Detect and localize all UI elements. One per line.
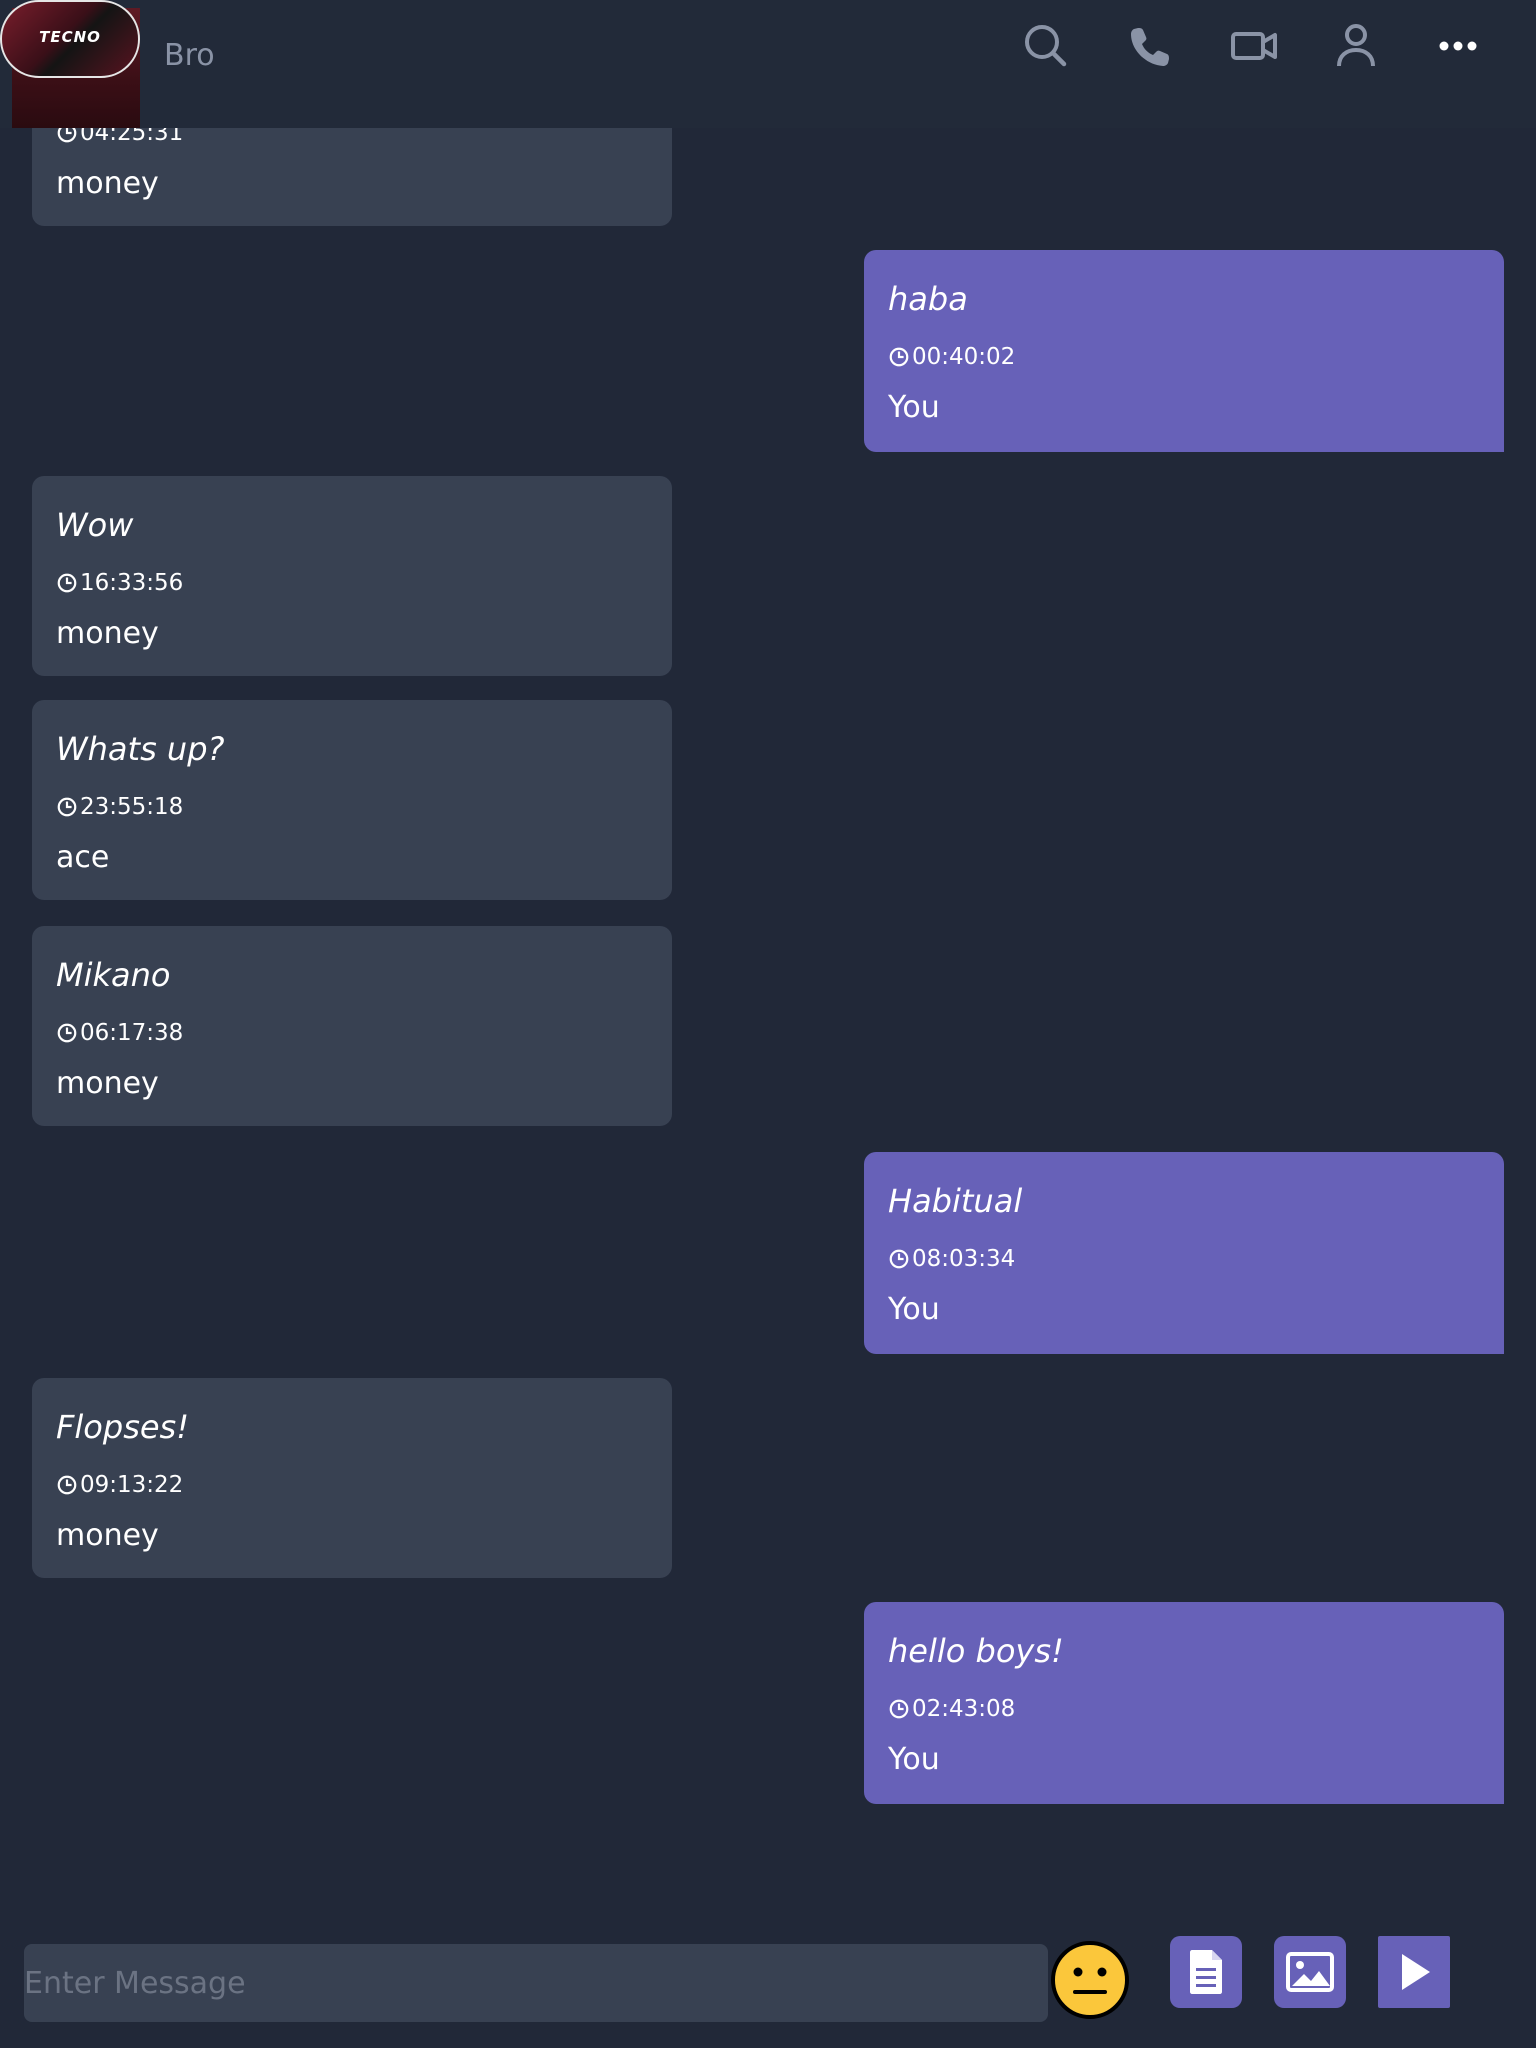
- message-time-value: 02:43:08: [912, 1696, 1016, 1722]
- clock-icon: [57, 1023, 77, 1043]
- chat-header: TECNO Bro: [0, 0, 1536, 128]
- message-text: Habitual: [888, 1182, 1023, 1220]
- message-bubble-outgoing: Habitual 08:03:34 You: [864, 1152, 1504, 1354]
- message-sender: money: [56, 616, 159, 651]
- message-sender: money: [56, 166, 159, 201]
- message-time-value: 23:55:18: [80, 794, 184, 820]
- message-time: 06:17:38: [56, 1020, 183, 1046]
- clock-icon: [57, 797, 77, 817]
- message-bubble-incoming: Whats up? 23:55:18 ace: [32, 700, 672, 900]
- message-text: hello boys!: [888, 1632, 1064, 1670]
- message-text: Mikano: [56, 956, 171, 994]
- more-icon[interactable]: [1432, 20, 1484, 72]
- message-input[interactable]: [24, 1944, 1048, 2022]
- message-bubble-outgoing: haba 00:40:02 You: [864, 250, 1504, 452]
- clock-icon: [889, 1249, 909, 1269]
- message-list[interactable]: 04:25:31 money haba 00:40:02 You Wow 16:…: [0, 0, 1536, 1920]
- clock-icon: [57, 1475, 77, 1495]
- contact-name[interactable]: Bro: [164, 38, 215, 73]
- phone-icon[interactable]: [1124, 20, 1176, 72]
- emoji-icon[interactable]: [1050, 1940, 1130, 2020]
- send-icon: [1402, 1954, 1430, 1990]
- message-time-value: 06:17:38: [80, 1020, 184, 1046]
- avatar-logo: TECNO: [39, 28, 101, 46]
- message-time: 02:43:08: [888, 1696, 1015, 1722]
- message-text: Flopses!: [56, 1408, 190, 1446]
- video-icon[interactable]: [1228, 20, 1280, 72]
- message-sender: You: [888, 1742, 940, 1777]
- message-time-value: 00:40:02: [912, 344, 1016, 370]
- avatar[interactable]: TECNO: [0, 0, 140, 78]
- message-sender: You: [888, 1292, 940, 1327]
- document-icon: [1190, 1950, 1222, 1994]
- clock-icon: [889, 347, 909, 367]
- message-time-value: 09:13:22: [80, 1472, 184, 1498]
- message-text: haba: [888, 280, 968, 318]
- user-icon[interactable]: [1330, 20, 1382, 72]
- message-time-value: 08:03:34: [912, 1246, 1016, 1272]
- clock-icon: [889, 1699, 909, 1719]
- message-time: 23:55:18: [56, 794, 183, 820]
- attach-image-button[interactable]: [1274, 1936, 1346, 2008]
- clock-icon: [57, 573, 77, 593]
- send-button[interactable]: [1378, 1936, 1450, 2008]
- message-sender: money: [56, 1518, 159, 1553]
- attach-document-button[interactable]: [1170, 1936, 1242, 2008]
- message-time: 00:40:02: [888, 344, 1015, 370]
- message-text: Wow: [56, 506, 134, 544]
- message-time: 16:33:56: [56, 570, 183, 596]
- message-sender: ace: [56, 840, 110, 875]
- message-bubble-incoming: Mikano 06:17:38 money: [32, 926, 672, 1126]
- image-icon: [1286, 1952, 1334, 1992]
- message-bubble-incoming: Flopses! 09:13:22 money: [32, 1378, 672, 1578]
- message-time: 09:13:22: [56, 1472, 183, 1498]
- message-time-value: 16:33:56: [80, 570, 184, 596]
- message-bubble-incoming: Wow 16:33:56 money: [32, 476, 672, 676]
- message-sender: money: [56, 1066, 159, 1101]
- message-text: Whats up?: [56, 730, 225, 768]
- message-time: 08:03:34: [888, 1246, 1015, 1272]
- search-icon[interactable]: [1020, 20, 1072, 72]
- message-bubble-outgoing: hello boys! 02:43:08 You: [864, 1602, 1504, 1804]
- message-sender: You: [888, 390, 940, 425]
